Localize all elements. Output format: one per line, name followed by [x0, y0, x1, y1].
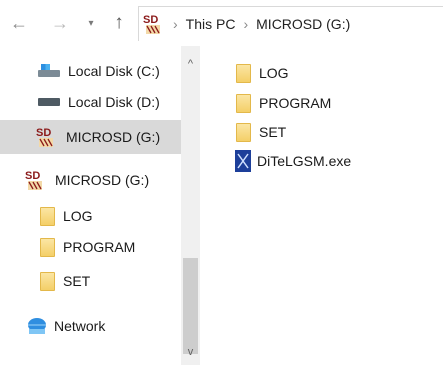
- svg-text:SD: SD: [143, 14, 158, 26]
- forward-arrow-icon[interactable]: →: [49, 12, 71, 34]
- nav-item-microsd-g-tree[interactable]: SD MICROSD (G:): [25, 164, 149, 196]
- sd-card-icon: SD: [143, 14, 160, 34]
- nav-item-label: PROGRAM: [63, 239, 136, 255]
- scroll-down-arrow-icon[interactable]: v: [185, 346, 196, 358]
- nav-item-label: Local Disk (C:): [68, 63, 160, 79]
- scroll-up-arrow-icon[interactable]: ^: [185, 58, 196, 70]
- file-item-set[interactable]: SET: [236, 119, 286, 145]
- file-item-label: LOG: [259, 65, 289, 81]
- file-item-label: DiTeLGSM.exe: [257, 153, 352, 169]
- drive-c-icon: [38, 64, 60, 78]
- up-arrow-icon[interactable]: ↑: [108, 12, 130, 34]
- scroll-thumb[interactable]: [183, 258, 198, 354]
- network-icon: [28, 318, 46, 334]
- breadcrumb-separator: ›: [173, 16, 178, 32]
- exe-icon: [235, 150, 251, 172]
- drive-d-icon: [38, 98, 60, 106]
- nav-item-label: MICROSD (G:): [55, 172, 150, 188]
- nav-item-label: MICROSD (G:): [66, 129, 161, 145]
- file-item-program[interactable]: PROGRAM: [236, 90, 331, 116]
- sd-card-icon: SD: [25, 170, 42, 190]
- nav-item-microsd-g-selected[interactable]: SD MICROSD (G:): [36, 121, 160, 153]
- navigation-pane: Local Disk (C:) Local Disk (D:) SD MICRO…: [0, 46, 200, 365]
- nav-item-label: Local Disk (D:): [68, 94, 160, 110]
- back-arrow-icon[interactable]: ←: [8, 12, 30, 34]
- file-item-log[interactable]: LOG: [236, 60, 289, 86]
- nav-item-log[interactable]: LOG: [40, 200, 93, 232]
- svg-text:SD: SD: [25, 170, 40, 182]
- nav-item-network[interactable]: Network: [26, 310, 105, 342]
- file-list: LOG PROGRAM SET DiTeLGSM.exe: [200, 46, 443, 365]
- nav-item-set[interactable]: SET: [40, 265, 90, 297]
- file-item-ditelgsm-exe[interactable]: DiTeLGSM.exe: [235, 148, 351, 174]
- nav-item-local-disk-c[interactable]: Local Disk (C:): [38, 55, 160, 87]
- folder-icon: [40, 206, 55, 226]
- folder-icon: [236, 93, 251, 113]
- breadcrumb-this-pc[interactable]: This PC: [186, 16, 236, 32]
- navigation-toolbar: ← → ▾ ↑ SD › This PC › MICROSD (G:): [0, 0, 443, 46]
- nav-item-program[interactable]: PROGRAM: [40, 231, 135, 263]
- folder-icon: [40, 271, 55, 291]
- nav-item-local-disk-d[interactable]: Local Disk (D:): [38, 86, 160, 118]
- nav-item-label: LOG: [63, 208, 93, 224]
- folder-icon: [236, 63, 251, 83]
- recent-locations-chevron-icon[interactable]: ▾: [80, 12, 102, 34]
- file-item-label: PROGRAM: [259, 95, 332, 111]
- folder-icon: [236, 122, 251, 142]
- sd-card-icon: SD: [36, 127, 53, 147]
- nav-item-label: SET: [63, 273, 91, 289]
- nav-scrollbar[interactable]: ^ v: [181, 46, 200, 365]
- svg-text:SD: SD: [36, 127, 51, 139]
- breadcrumb-separator: ›: [243, 16, 249, 32]
- folder-icon: [40, 237, 55, 257]
- nav-item-label: Network: [54, 318, 106, 334]
- breadcrumb-microsd[interactable]: MICROSD (G:): [256, 16, 350, 32]
- file-item-label: SET: [259, 124, 287, 140]
- address-bar[interactable]: SD › This PC › MICROSD (G:): [138, 6, 443, 41]
